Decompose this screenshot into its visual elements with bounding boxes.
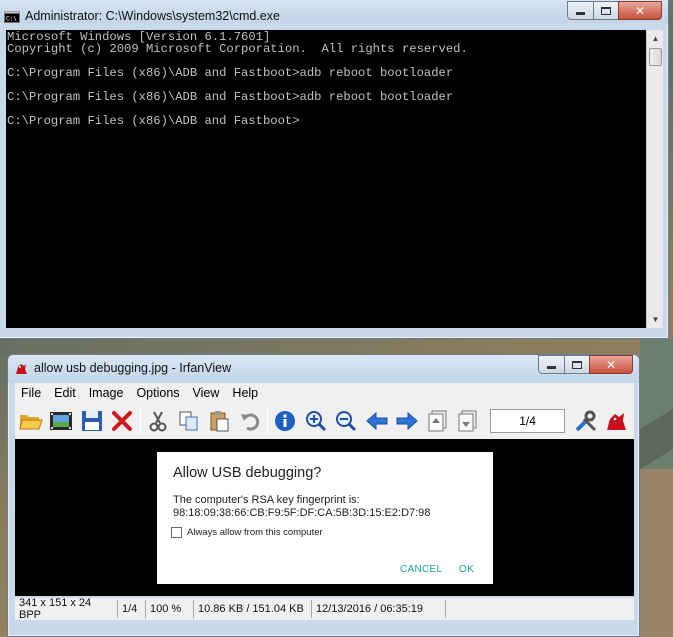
menu-file[interactable]: File [15, 386, 48, 400]
image-viewport[interactable]: Allow USB debugging? The computer's RSA … [15, 439, 634, 596]
dialog-title: Allow USB debugging? [173, 465, 322, 481]
status-page: 1/4 [118, 600, 146, 618]
cut-icon[interactable] [145, 408, 171, 434]
menu-bar: File Edit Image Options View Help [15, 383, 634, 403]
minimize-button[interactable] [538, 355, 565, 374]
cmd-icon: C:\ [4, 11, 20, 23]
maximize-button[interactable] [593, 1, 619, 20]
cmd-titlebar[interactable]: C:\ Administrator: C:\Windows\system32\c… [0, 0, 668, 23]
cmd-window-title: Administrator: C:\Windows\system32\cmd.e… [25, 9, 280, 23]
vertical-scrollbar[interactable]: ▲ ▼ [646, 30, 663, 328]
undo-icon[interactable] [237, 408, 263, 434]
dialog-message-line: The computer's RSA key fingerprint is: [173, 494, 360, 506]
page-indicator[interactable]: 1/4 [490, 409, 565, 433]
menu-image[interactable]: Image [83, 386, 131, 400]
close-button[interactable]: ✕ [618, 1, 662, 20]
maximize-icon [572, 360, 582, 369]
paste-icon[interactable] [206, 408, 232, 434]
irfanview-window-title: allow usb debugging.jpg - IrfanView [34, 361, 232, 375]
irfanview-window: allow usb debugging.jpg - IrfanView ✕ Fi… [7, 354, 640, 637]
previous-page-icon[interactable] [425, 408, 451, 434]
scroll-up-icon[interactable]: ▲ [647, 30, 664, 47]
status-file-size: 10.86 KB / 151.04 KB [194, 600, 312, 618]
toolbar: 1/4 [15, 403, 634, 439]
console-prompt: C:\Program Files (x86)\ADB and Fastboot> [7, 114, 300, 128]
always-allow-checkbox-row: Always allow from this computer [171, 527, 323, 538]
desktop-background [640, 339, 673, 637]
dialog-message: The computer's RSA key fingerprint is: 9… [173, 494, 430, 520]
maximize-button[interactable] [564, 355, 590, 374]
scroll-down-icon[interactable]: ▼ [647, 311, 664, 328]
close-button[interactable]: ✕ [589, 355, 633, 374]
zoom-in-icon[interactable] [303, 408, 329, 434]
copy-icon[interactable] [176, 408, 202, 434]
console-line: C:\Program Files (x86)\ADB and Fastboot>… [7, 90, 454, 104]
thumbnails-icon[interactable] [49, 408, 75, 434]
minimize-icon [547, 366, 556, 369]
save-icon[interactable] [79, 408, 105, 434]
scroll-thumb[interactable] [649, 48, 662, 66]
status-dimensions: 341 x 151 x 24 BPP [15, 597, 118, 621]
settings-icon[interactable] [573, 408, 599, 434]
always-allow-label: Always allow from this computer [187, 527, 323, 538]
toolbar-separator [140, 408, 142, 434]
minimize-button[interactable] [567, 1, 594, 20]
console-output[interactable]: Microsoft Windows [Version 6.1.7601] Cop… [6, 30, 646, 328]
toolbar-separator [267, 408, 269, 434]
status-bar: 341 x 151 x 24 BPP 1/4 100 % 10.86 KB / … [15, 597, 634, 621]
irfanview-titlebar[interactable]: allow usb debugging.jpg - IrfanView ✕ [8, 355, 639, 383]
irfanview-app-icon [16, 364, 27, 374]
rsa-fingerprint: 98:18:09:38:66:CB:F9:5F:DF:CA:5B:3D:15:E… [173, 507, 431, 519]
console-line: Copyright (c) 2009 Microsoft Corporation… [7, 42, 468, 56]
console-line: C:\Program Files (x86)\ADB and Fastboot>… [7, 66, 454, 80]
menu-edit[interactable]: Edit [48, 386, 83, 400]
status-datetime: 12/13/2016 / 06:35:19 [312, 600, 446, 618]
open-folder-icon[interactable] [18, 408, 44, 434]
cmd-window: C:\ Administrator: C:\Windows\system32\c… [0, 0, 669, 339]
info-icon[interactable] [272, 408, 298, 434]
irfan-cat-icon[interactable] [603, 408, 629, 434]
menu-view[interactable]: View [187, 386, 227, 400]
next-icon[interactable] [395, 408, 421, 434]
delete-icon[interactable] [110, 408, 136, 434]
ok-button: OK [459, 564, 475, 575]
close-icon: ✕ [605, 357, 617, 372]
minimize-icon [576, 12, 585, 15]
always-allow-checkbox [171, 527, 182, 538]
close-icon: ✕ [634, 3, 646, 18]
previous-icon[interactable] [364, 408, 390, 434]
usb-debugging-dialog: Allow USB debugging? The computer's RSA … [157, 452, 493, 584]
next-page-icon[interactable] [456, 408, 482, 434]
maximize-icon [601, 6, 611, 15]
svg-text:C:\: C:\ [6, 16, 17, 23]
menu-help[interactable]: Help [226, 386, 265, 400]
cancel-button: CANCEL [400, 564, 443, 575]
status-zoom: 100 % [146, 600, 194, 618]
menu-options[interactable]: Options [130, 386, 186, 400]
zoom-out-icon[interactable] [333, 408, 359, 434]
